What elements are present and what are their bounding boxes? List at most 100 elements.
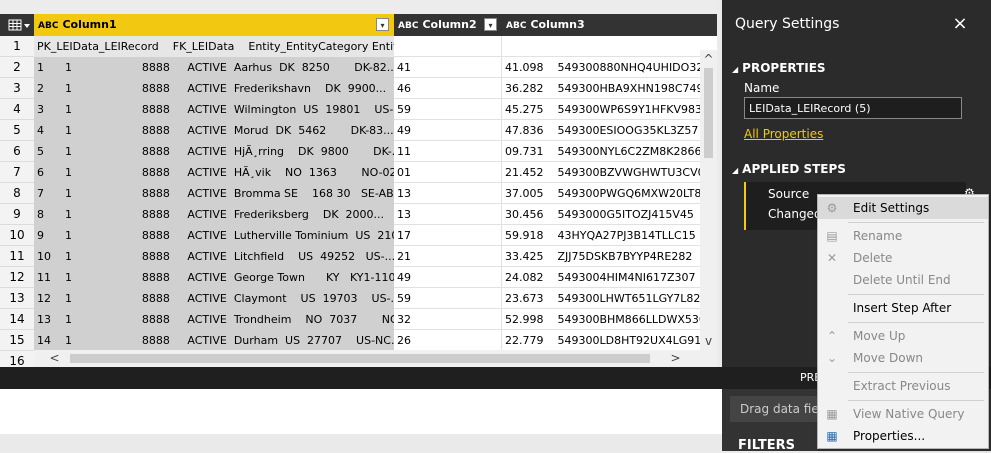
menu-item-move-down[interactable]: ⌄ Move Down — [818, 347, 988, 369]
menu-item-view-native-query[interactable]: ▦ View Native Query — [818, 403, 988, 425]
column3-cell[interactable]: 22.779 549300LD8HT92UX4LG91 C/O — [502, 330, 700, 351]
row-number[interactable]: 16 — [0, 351, 34, 367]
menu-item-extract-previous[interactable]: Extract Previous — [818, 375, 988, 397]
column1-header[interactable]: ABC Column1 ▾ — [34, 14, 394, 36]
vertical-scroll-thumb[interactable] — [704, 68, 713, 158]
row-number[interactable]: 8 — [0, 183, 34, 204]
column2-cell[interactable] — [394, 36, 502, 57]
step-source[interactable]: Source — [768, 187, 809, 201]
column1-cell[interactable]: 5 1 8888 ACTIVE HjÃ¸rring DK 9800 DK-... — [34, 141, 394, 162]
column3-cell[interactable]: 23.673 549300LHWT651LGY7L82 C/O — [502, 288, 700, 309]
column3-cell[interactable]: 37.005 549300PWGQ6MXW20LT83 — [502, 183, 700, 204]
menu-item-edit-settings[interactable]: ⚙ Edit Settings — [818, 197, 988, 219]
column1-cell[interactable]: PK_LEIData_LEIRecord FK_LEIData Entity_E… — [34, 36, 394, 57]
column2-cell[interactable]: 01 — [394, 162, 502, 183]
column1-cell[interactable]: 13 1 8888 ACTIVE Trondheim NO 7037 NO-..… — [34, 309, 394, 330]
column3-cell[interactable]: 59.918 43HYQA27PJ3B14TLLC15 C/O — [502, 225, 700, 246]
column2-filter-dropdown-icon[interactable]: ▾ — [484, 18, 497, 31]
column1-cell[interactable]: 12 1 8888 ACTIVE Claymont US 19703 US-..… — [34, 288, 394, 309]
column1-filter-dropdown-icon[interactable]: ▾ — [376, 18, 389, 31]
horizontal-scroll-thumb[interactable] — [70, 354, 650, 363]
column1-cell[interactable]: 11 1 8888 ACTIVE George Town KY KY1-110.… — [34, 267, 394, 288]
native-query-icon: ▦ — [826, 407, 838, 421]
column3-cell[interactable]: 33.425 ZJJ75DSKB7BYYP4RE282 C/O — [502, 246, 700, 267]
column2-cell[interactable]: 11 — [394, 141, 502, 162]
scroll-up-icon[interactable]: ^ — [700, 52, 717, 66]
scroll-down-icon[interactable]: v — [700, 334, 717, 348]
column2-cell[interactable]: 41 — [394, 57, 502, 78]
column1-cell[interactable]: 14 1 8888 ACTIVE Durham US 27707 US-NC..… — [34, 330, 394, 351]
column3-cell[interactable]: 45.275 549300WP6S9Y1HFKV983 C/O — [502, 99, 700, 120]
table-row: 11 10 1 8888 ACTIVE Litchfield US 49252 U… — [0, 246, 717, 267]
step-changed[interactable]: Changed — [768, 207, 822, 221]
scroll-left-icon[interactable]: < — [46, 351, 63, 365]
column1-cell[interactable]: 3 1 8888 ACTIVE Wilmington US 19801 US-.… — [34, 99, 394, 120]
column3-cell[interactable]: 09.731 549300NYL6C2ZM8K2866 Amt — [502, 141, 700, 162]
row-number[interactable]: 7 — [0, 162, 34, 183]
column2-cell[interactable]: 49 — [394, 120, 502, 141]
menu-item-delete-until-end[interactable]: Delete Until End — [818, 269, 988, 291]
applied-steps-section-header[interactable]: ◢ APPLIED STEPS — [732, 162, 846, 176]
row-number[interactable]: 1 — [0, 36, 34, 57]
row-number[interactable]: 15 — [0, 330, 34, 351]
column2-cell[interactable]: 26 — [394, 330, 502, 351]
column3-cell[interactable]: 36.282 549300HBA9XHN198C749 Thor — [502, 78, 700, 99]
column2-cell[interactable]: 13 — [394, 204, 502, 225]
collapse-triangle-icon: ◢ — [732, 65, 739, 74]
column2-cell[interactable]: 59 — [394, 99, 502, 120]
column3-cell[interactable]: 41.098 549300880NHQ4UHIDO32Skae — [502, 57, 700, 78]
column2-cell[interactable]: 49 — [394, 267, 502, 288]
menu-item-properties[interactable]: ▦ Properties... — [818, 425, 988, 447]
rename-icon: ▤ — [826, 229, 838, 243]
row-number[interactable]: 10 — [0, 225, 34, 246]
row-number[interactable]: 6 — [0, 141, 34, 162]
menu-item-move-up[interactable]: ⌃ Move Up — [818, 325, 988, 347]
properties-section-header[interactable]: ◢ PROPERTIES — [732, 61, 826, 75]
column2-cell[interactable]: 32 — [394, 309, 502, 330]
query-name-input[interactable] — [744, 97, 962, 119]
column2-cell[interactable]: 21 — [394, 246, 502, 267]
column1-cell[interactable]: 4 1 8888 ACTIVE Morud DK 5462 DK-83... — [34, 120, 394, 141]
column3-cell[interactable]: 24.082 5493004HIM4NI617Z307 PO E — [502, 267, 700, 288]
column1-cell[interactable]: 1 1 8888 ACTIVE Aarhus DK 8250 DK-82... — [34, 57, 394, 78]
row-number[interactable]: 9 — [0, 204, 34, 225]
column2-cell[interactable]: 13 — [394, 183, 502, 204]
menu-item-delete[interactable]: ✕ Delete — [818, 247, 988, 269]
column3-cell[interactable]: 21.452 549300BZVWGHWTU3CV06 — [502, 162, 700, 183]
horizontal-scrollbar[interactable]: < > — [34, 350, 700, 367]
close-icon[interactable]: × — [951, 13, 969, 34]
row-number[interactable]: 2 — [0, 57, 34, 78]
all-properties-link[interactable]: All Properties — [744, 127, 823, 141]
menu-item-label: Insert Step After — [853, 301, 952, 315]
column2-header[interactable]: ABC Column2 ▾ — [394, 14, 502, 36]
column3-cell[interactable]: 30.456 5493000G5ITOZJ415V45 C/O — [502, 204, 700, 225]
scroll-right-icon[interactable]: > — [667, 351, 684, 365]
menu-item-rename[interactable]: ▤ Rename — [818, 225, 988, 247]
column1-cell[interactable]: 9 1 8888 ACTIVE Lutherville Tominium US … — [34, 225, 394, 246]
column3-cell[interactable] — [502, 36, 700, 57]
column2-cell[interactable]: 46 — [394, 78, 502, 99]
row-number[interactable]: 5 — [0, 120, 34, 141]
column1-cell[interactable]: 8 1 8888 ACTIVE Frederiksberg DK 2000... — [34, 204, 394, 225]
row-number[interactable]: 4 — [0, 99, 34, 120]
table-menu-button[interactable] — [0, 14, 34, 36]
row-number[interactable]: 13 — [0, 288, 34, 309]
column2-cell[interactable]: 17 — [394, 225, 502, 246]
menu-separator — [848, 400, 984, 401]
vertical-scrollbar[interactable]: ^ v — [700, 50, 717, 367]
menu-item-label: Delete — [853, 251, 893, 265]
collapse-triangle-icon: ◢ — [732, 166, 739, 175]
column3-cell[interactable]: 52.998 549300BHM866LLDWX530 — [502, 309, 700, 330]
column1-cell[interactable]: 7 1 8888 ACTIVE Bromma SE 168 30 SE-AB..… — [34, 183, 394, 204]
row-number[interactable]: 12 — [0, 267, 34, 288]
row-number[interactable]: 11 — [0, 246, 34, 267]
row-number[interactable]: 3 — [0, 78, 34, 99]
column1-cell[interactable]: 6 1 8888 ACTIVE HÃ¸vik NO 1363 NO-02... — [34, 162, 394, 183]
column3-header[interactable]: ABC Column3 — [502, 14, 717, 36]
column1-cell[interactable]: 2 1 8888 ACTIVE Frederikshavn DK 9900... — [34, 78, 394, 99]
column3-cell[interactable]: 47.836 549300ESIOOG35KL3Z57 Lang — [502, 120, 700, 141]
column1-cell[interactable]: 10 1 8888 ACTIVE Litchfield US 49252 US-… — [34, 246, 394, 267]
menu-item-insert-step-after[interactable]: Insert Step After — [818, 297, 988, 319]
column2-cell[interactable]: 59 — [394, 288, 502, 309]
row-number[interactable]: 14 — [0, 309, 34, 330]
